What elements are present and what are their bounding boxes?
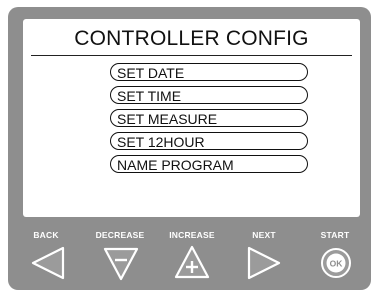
increase-button[interactable] [172, 243, 212, 283]
decrease-minus-icon [103, 247, 139, 281]
menu-item-set-date[interactable]: SET DATE [110, 63, 308, 81]
menu-item-set-time[interactable]: SET TIME [110, 86, 308, 104]
increase-plus-icon [174, 245, 210, 279]
next-button-label: NEXT [252, 230, 276, 240]
next-arrow-icon [247, 246, 281, 280]
lcd-screen: CONTROLLER CONFIG SET DATE SET TIME SET … [23, 19, 360, 217]
decrease-button[interactable] [101, 243, 141, 283]
menu-item-name-program[interactable]: NAME PROGRAM [110, 155, 308, 173]
start-ok-button[interactable]: OK [320, 247, 352, 279]
config-menu: SET DATE SET TIME SET MEASURE SET 12HOUR… [110, 63, 308, 178]
menu-item-set-12hour[interactable]: SET 12HOUR [110, 132, 308, 150]
ok-text: OK [330, 258, 344, 268]
controller-device: CONTROLLER CONFIG SET DATE SET TIME SET … [8, 7, 371, 290]
increase-button-label: INCREASE [169, 230, 215, 240]
title-divider [31, 55, 352, 56]
start-button-label: START [320, 230, 350, 240]
next-button[interactable] [244, 245, 284, 281]
back-button-label: BACK [33, 230, 59, 240]
back-button[interactable] [28, 245, 68, 281]
decrease-button-label: DECREASE [95, 230, 145, 240]
menu-item-set-measure[interactable]: SET MEASURE [110, 109, 308, 127]
back-arrow-icon [31, 246, 65, 280]
ok-circle-icon: OK [321, 248, 351, 278]
screen-title: CONTROLLER CONFIG [74, 27, 309, 50]
